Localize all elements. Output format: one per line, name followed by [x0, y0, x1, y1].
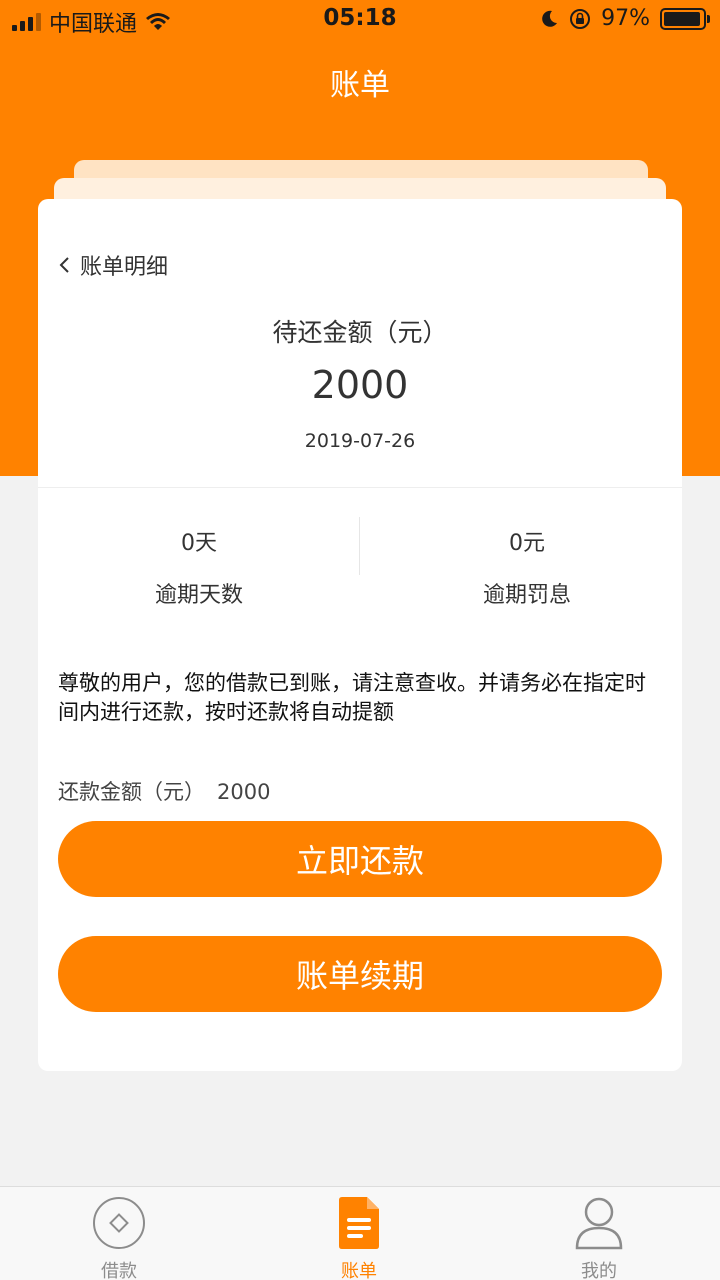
overdue-penalty-value: 0元: [509, 531, 545, 556]
chevron-left-icon: [59, 257, 69, 273]
tab-loan[interactable]: 借款: [59, 1195, 179, 1280]
tab-bar: 借款 账单 我的: [0, 1186, 720, 1280]
battery-icon: [660, 7, 710, 30]
tab-bill[interactable]: 账单: [299, 1195, 419, 1280]
diamond-circle-icon: [59, 1195, 179, 1251]
overdue-penalty-label: 逾期罚息: [482, 583, 571, 608]
divider: [38, 487, 682, 488]
repay-amount-label: 还款金额（元）: [58, 780, 205, 804]
loan-notice: 尊敬的用户，您的借款已到账，请注意查收。并请务必在指定时间内进行还款，按时还款将…: [58, 671, 646, 724]
moon-icon: [542, 10, 558, 27]
page-title: 账单: [330, 68, 390, 103]
document-icon: [299, 1195, 419, 1251]
bill-detail-label: 账单明细: [80, 255, 169, 280]
status-bar: 中国联通 05:18 97%: [0, 0, 720, 40]
bill-detail-back-link[interactable]: 账单明细: [58, 249, 168, 281]
repay-amount-value: 2000: [217, 780, 271, 804]
overdue-days-label: 逾期天数: [154, 583, 243, 608]
person-icon: [539, 1195, 659, 1251]
tab-bill-label: 账单: [341, 1261, 377, 1280]
due-date: 2019-07-26: [304, 430, 416, 452]
tab-me-label: 我的: [581, 1261, 617, 1280]
bill-card: 账单明细 待还金额（元） 2000 2019-07-26 0天 逾期天数 0元 …: [38, 199, 682, 1071]
overdue-days-value: 0天: [181, 531, 217, 556]
overdue-days-stat: 0天 逾期天数: [38, 525, 360, 609]
status-right: 97%: [539, 6, 710, 31]
tab-loan-label: 借款: [101, 1261, 137, 1280]
tab-me[interactable]: 我的: [539, 1195, 659, 1280]
pending-amount-label: 待还金额（元）: [272, 318, 448, 347]
battery-percent: 97%: [601, 6, 650, 31]
repay-now-button[interactable]: 立即还款: [58, 821, 662, 897]
renew-bill-button[interactable]: 账单续期: [58, 936, 662, 1012]
stat-separator: [359, 517, 360, 575]
rotation-lock-icon: [570, 8, 591, 29]
overdue-penalty-stat: 0元 逾期罚息: [366, 525, 688, 609]
repay-amount: 还款金额（元） 2000: [58, 776, 270, 806]
pending-amount-value: 2000: [311, 363, 409, 407]
